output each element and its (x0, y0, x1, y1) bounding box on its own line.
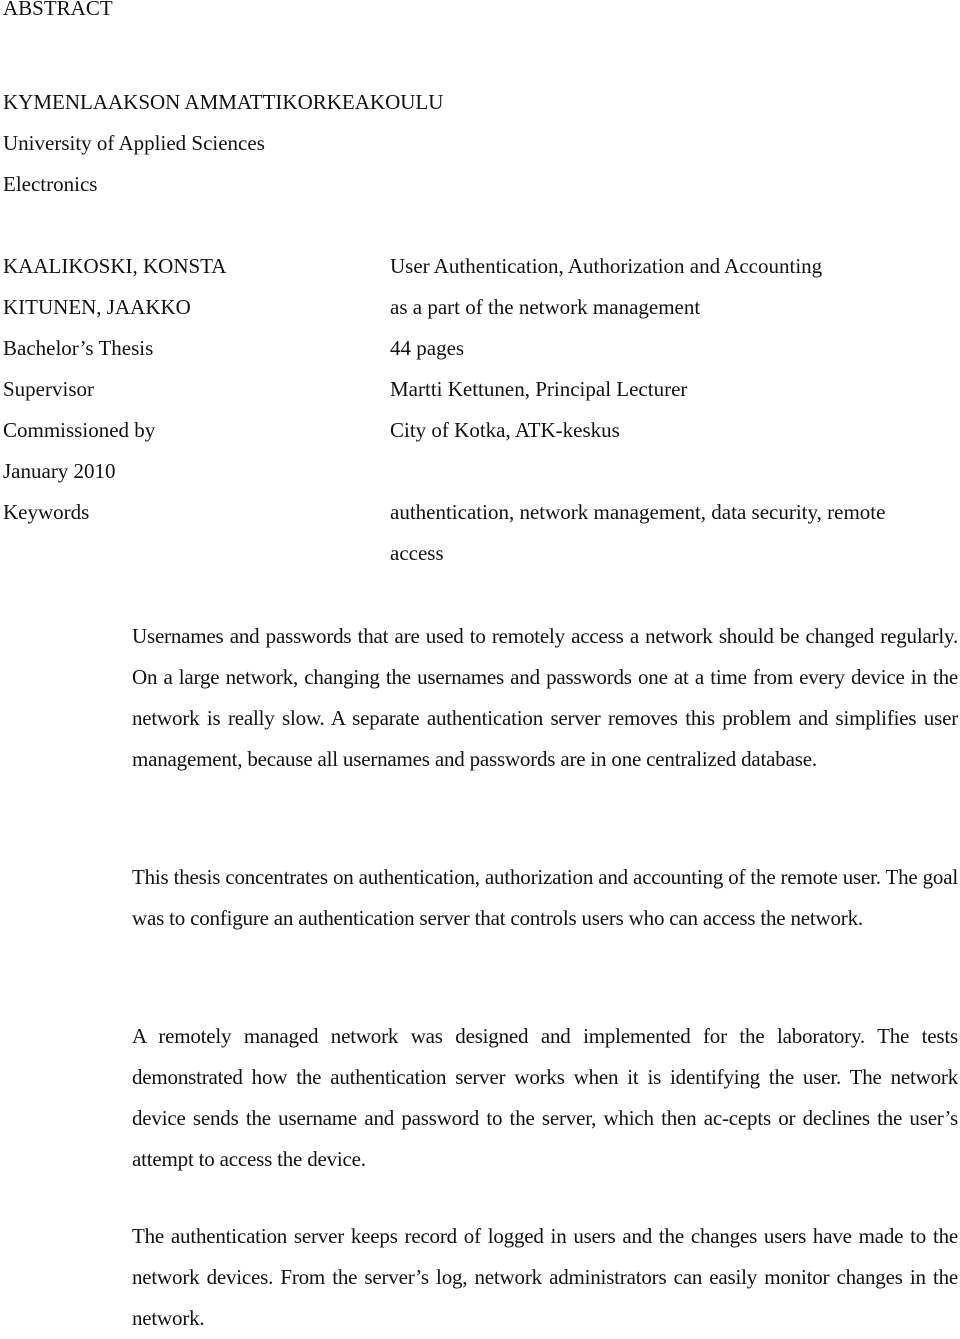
institution-subtitle: University of Applied Sciences (3, 131, 265, 155)
commissioned-by-label: Commissioned by (3, 418, 156, 442)
institution-name: KYMENLAAKSON AMMATTIKORKEAKOULU (3, 90, 444, 114)
abstract-paragraph-1: Usernames and passwords that are used to… (132, 624, 958, 771)
author-1: KAALIKOSKI, KONSTA (3, 254, 227, 278)
keywords-label: Keywords (3, 500, 90, 524)
date-label: January 2010 (3, 459, 116, 483)
commissioned-by-value: City of Kotka, ATK-keskus (390, 418, 620, 442)
thesis-title-line-2: as a part of the network management (390, 295, 701, 319)
degree-label: Bachelor’s Thesis (3, 336, 154, 360)
abstract-paragraph-2: This thesis concentrates on authenticati… (132, 865, 958, 930)
keywords-value-line-2: access (390, 541, 444, 565)
abstract-heading: ABSTRACT (3, 0, 113, 20)
keywords-value-line-1: authentication, network management, data… (390, 500, 886, 524)
thesis-title-line-1: User Authentication, Authorization and A… (390, 254, 823, 278)
department: Electronics (3, 172, 98, 196)
author-2: KITUNEN, JAAKKO (3, 295, 191, 319)
abstract-paragraph-3: A remotely managed network was designed … (132, 1024, 958, 1171)
page-count: 44 pages (390, 336, 465, 360)
abstract-paragraph-4: The authentication server keeps record o… (132, 1224, 958, 1330)
supervisor-label: Supervisor (3, 377, 94, 401)
supervisor-value: Martti Kettunen, Principal Lecturer (390, 377, 688, 401)
